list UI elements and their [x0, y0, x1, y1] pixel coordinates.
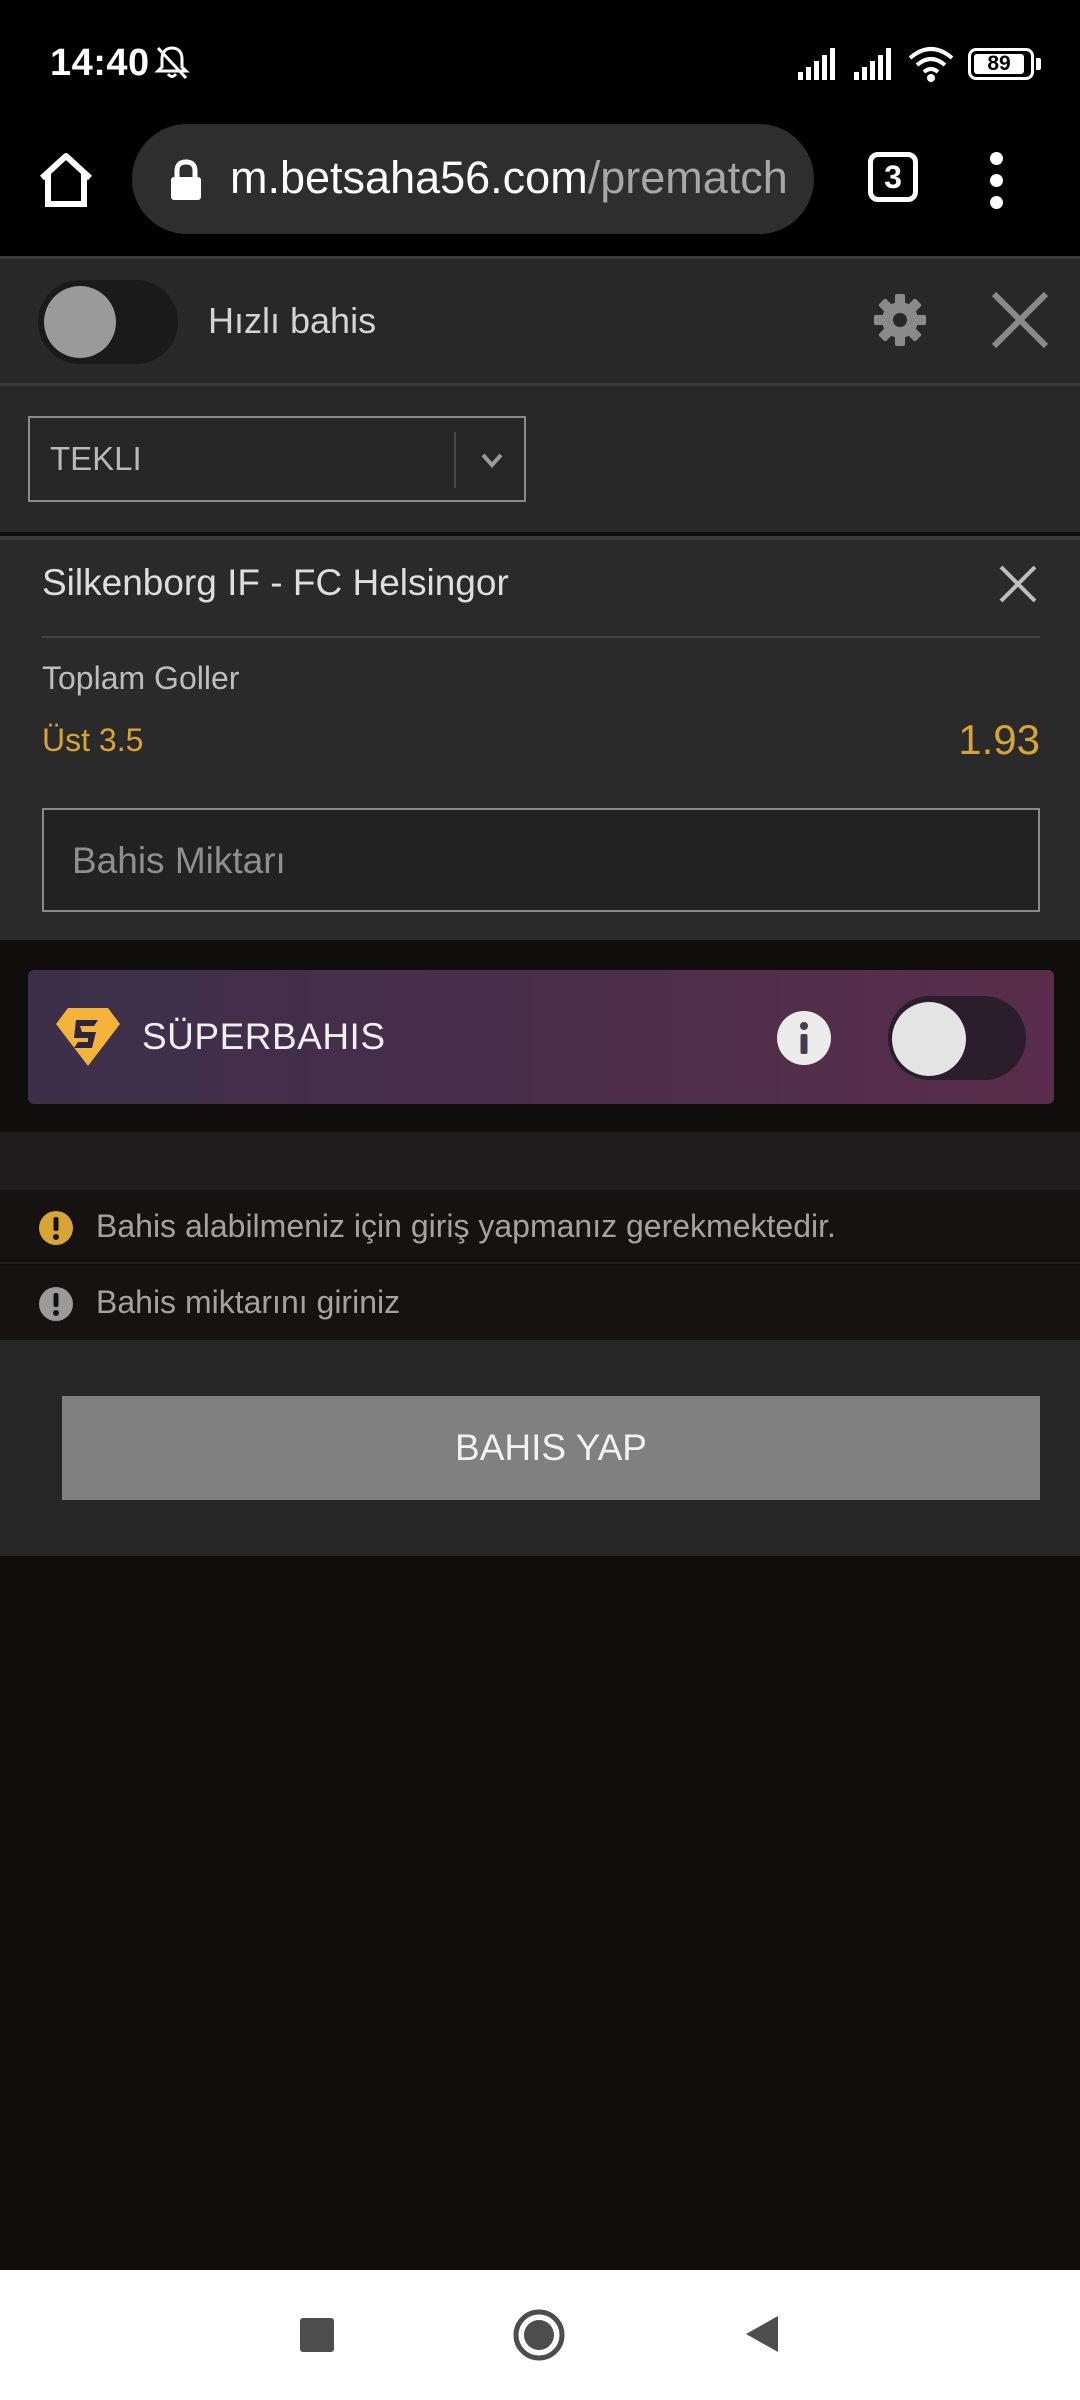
url-text[interactable]: m.betsaha56.com/prematch	[230, 152, 788, 204]
nav-home-icon[interactable]	[512, 2308, 566, 2362]
stake-warning: Bahis miktarını giriniz	[0, 1266, 1080, 1340]
separator	[0, 1132, 1080, 1190]
stake-placeholder: Bahis Miktarı	[72, 840, 286, 881]
home-icon[interactable]	[34, 148, 98, 212]
bet-type-select[interactable]: TEKLI	[28, 416, 526, 502]
chevron-down-icon	[481, 453, 503, 468]
close-icon[interactable]	[996, 562, 1040, 606]
tabs-icon[interactable]: 3	[868, 152, 918, 202]
quick-bet-toggle[interactable]	[38, 280, 178, 364]
odds-value: 1.93	[958, 716, 1040, 763]
superbahis-label: SÜPERBAHIS	[142, 1016, 386, 1057]
login-warning: Bahis alabilmeniz için giriş yapmanız ge…	[0, 1190, 1080, 1264]
recents-icon[interactable]	[300, 2318, 334, 2352]
info-icon[interactable]	[776, 1010, 832, 1066]
superbahis-logo-icon	[56, 1008, 120, 1066]
close-icon[interactable]	[990, 290, 1050, 350]
url-host: m.betsaha56.com	[230, 152, 588, 203]
signal-icon	[854, 48, 891, 80]
divider	[42, 636, 1040, 638]
status-time: 14:40	[50, 42, 150, 84]
battery-icon: 89	[968, 48, 1034, 80]
back-icon[interactable]	[740, 2312, 784, 2356]
stake-warning-text: Bahis miktarını giriniz	[96, 1284, 401, 1320]
battery-level: 89	[987, 52, 1011, 75]
place-bet-button[interactable]: BAHIS YAP	[62, 1396, 1040, 1500]
bell-off-icon	[154, 46, 190, 80]
warning-icon	[39, 1211, 73, 1245]
match-name: Silkenborg IF - FC Helsingor	[42, 562, 509, 603]
market-name: Toplam Goller	[42, 660, 240, 696]
gear-icon[interactable]	[872, 292, 928, 348]
select-divider	[454, 432, 456, 488]
superbahis-toggle[interactable]	[888, 996, 1026, 1080]
url-path: /prematch	[587, 152, 788, 203]
toggle-knob	[892, 1002, 966, 1076]
toggle-knob	[44, 286, 116, 358]
stake-input[interactable]: Bahis Miktarı	[42, 808, 1040, 912]
battery-cap	[1036, 58, 1041, 70]
more-vert-icon[interactable]	[990, 152, 1004, 210]
login-warning-text: Bahis alabilmeniz için giriş yapmanız ge…	[96, 1208, 836, 1244]
selection-name: Üst 3.5	[42, 722, 144, 758]
warning-icon	[39, 1287, 73, 1321]
quick-bet-label: Hızlı bahis	[208, 300, 377, 341]
lock-icon	[171, 159, 201, 200]
wifi-icon	[908, 47, 954, 82]
signal-icon	[798, 48, 835, 80]
bet-type-value: TEKLI	[50, 440, 142, 477]
